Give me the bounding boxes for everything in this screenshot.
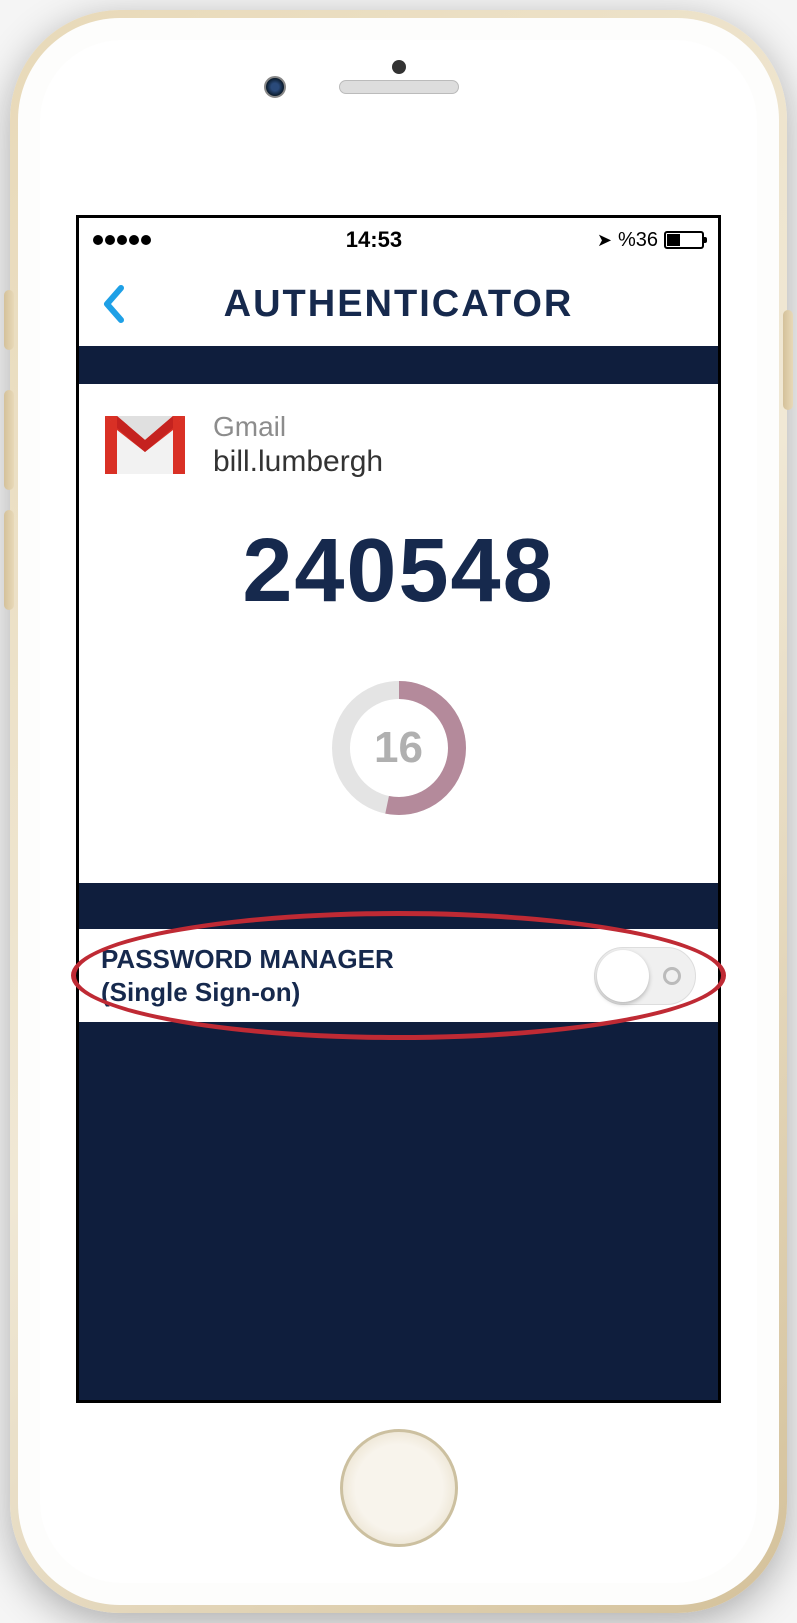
- page-title: AUTHENTICATOR: [79, 283, 718, 326]
- signal-strength-icon: [93, 235, 151, 245]
- phone-frame: 14:53 ➤ %36 AUTHENTICATOR: [10, 10, 787, 1613]
- proximity-sensor: [392, 60, 406, 74]
- battery-icon: [664, 231, 704, 249]
- countdown-seconds: 16: [324, 673, 474, 823]
- password-manager-label-line2: (Single Sign-on): [101, 976, 394, 1009]
- gmail-icon: [101, 410, 189, 480]
- nav-header: AUTHENTICATOR: [79, 262, 718, 346]
- power-button: [783, 310, 793, 410]
- account-card: Gmail bill.lumbergh 240548 16: [79, 384, 718, 883]
- bottom-area: [79, 1022, 718, 1400]
- battery-percent: %36: [618, 229, 658, 252]
- back-button[interactable]: [89, 279, 139, 329]
- toggle-off-indicator-icon: [663, 967, 681, 985]
- front-camera: [264, 76, 286, 98]
- password-manager-row: PASSWORD MANAGER (Single Sign-on): [79, 929, 718, 1022]
- toggle-knob: [597, 950, 649, 1002]
- otp-code: 240548: [101, 520, 696, 623]
- password-manager-label: PASSWORD MANAGER (Single Sign-on): [101, 943, 394, 1008]
- home-button[interactable]: [340, 1429, 458, 1547]
- password-manager-toggle[interactable]: [594, 947, 696, 1005]
- earpiece-speaker: [339, 80, 459, 94]
- volume-down-button: [4, 510, 14, 610]
- screen: 14:53 ➤ %36 AUTHENTICATOR: [76, 215, 721, 1403]
- divider-band: [79, 346, 718, 384]
- chevron-left-icon: [101, 284, 127, 324]
- location-icon: ➤: [597, 230, 612, 251]
- status-time: 14:53: [346, 227, 402, 253]
- password-manager-label-line1: PASSWORD MANAGER: [101, 943, 394, 976]
- divider-band: [79, 883, 718, 929]
- mute-switch: [4, 290, 14, 350]
- countdown-timer: 16: [324, 673, 474, 823]
- status-bar: 14:53 ➤ %36: [79, 218, 718, 262]
- service-name: Gmail: [213, 411, 383, 443]
- account-username: bill.lumbergh: [213, 445, 383, 479]
- volume-up-button: [4, 390, 14, 490]
